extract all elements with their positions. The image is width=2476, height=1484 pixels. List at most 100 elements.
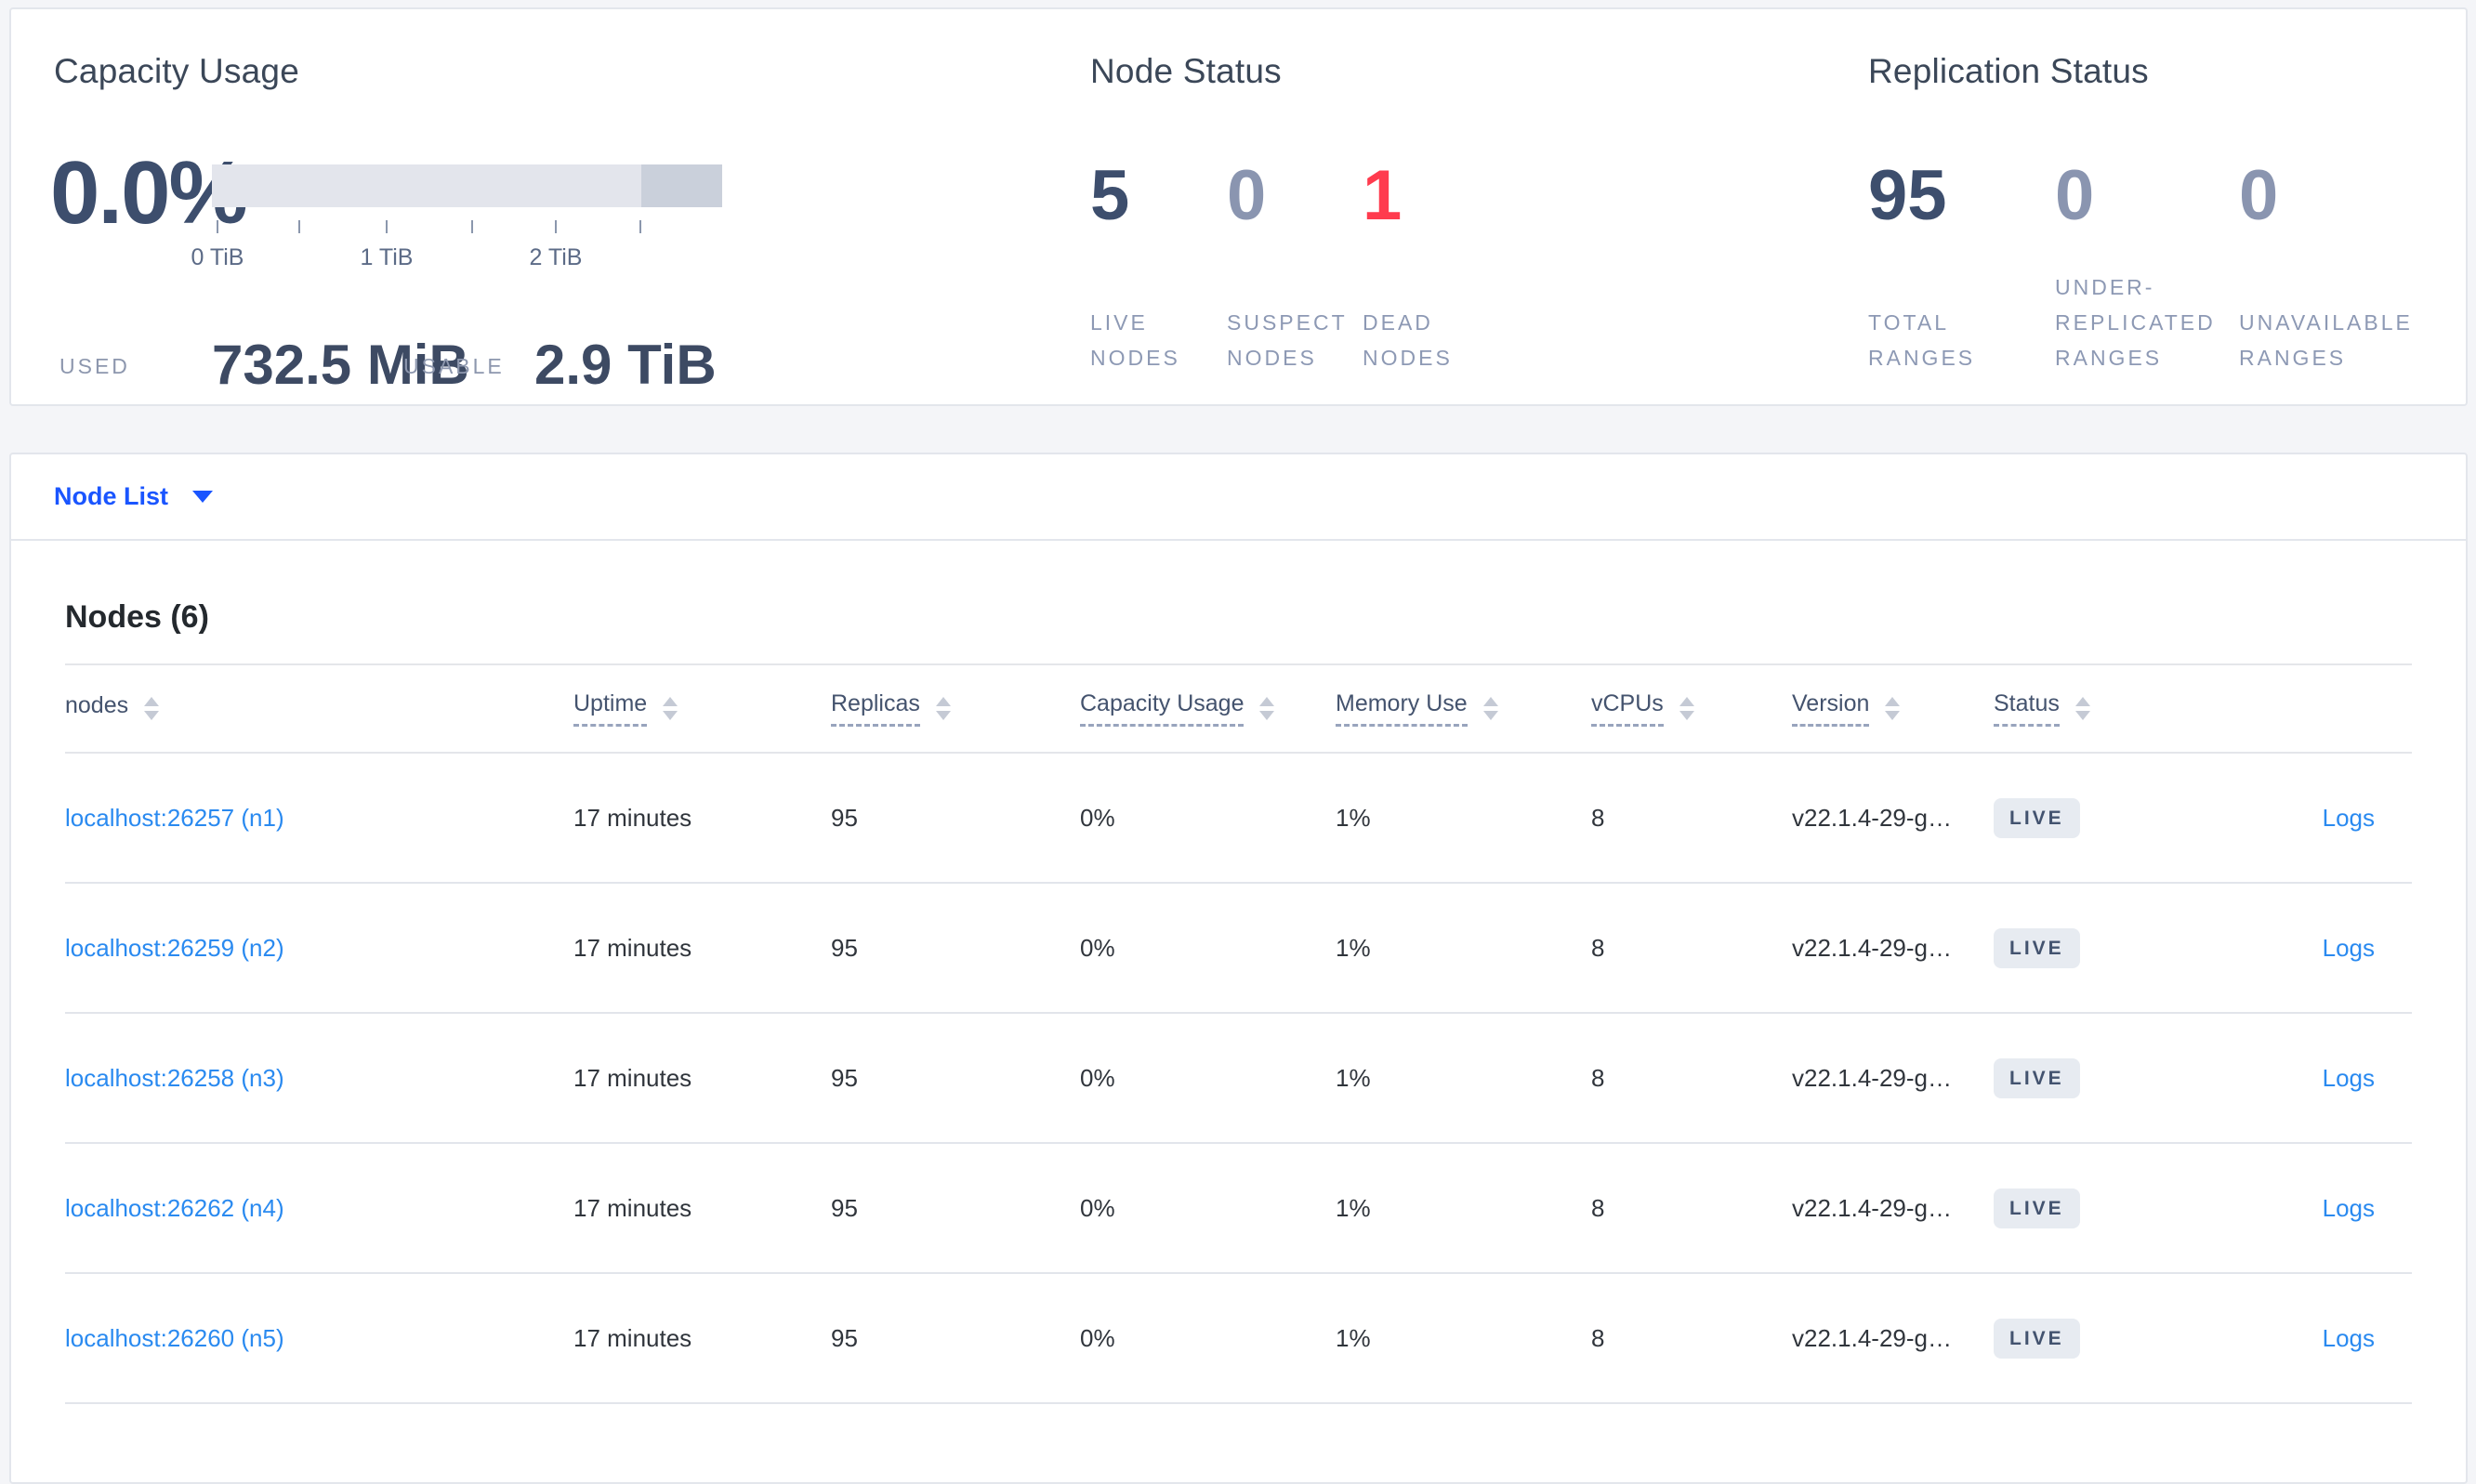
column-header-nodes[interactable]: nodes [65,692,573,726]
total-ranges-stat: 95 TOTAL RANGES [1868,156,1972,384]
cluster-summary-panel: Capacity Usage 0.0% 0 TiB 1 TiB 2 TiB US… [9,7,2468,406]
node-link[interactable]: localhost:26260 (n5) [65,1324,284,1352]
unavailable-ranges-label: UNAVAILABLE RANGES [2239,310,2413,370]
table-row: localhost:26259 (n2) 17 minutes 95 0% 1%… [65,884,2412,1014]
replicas-cell: 95 [831,933,858,962]
table-row: localhost:26260 (n5) 17 minutes 95 0% 1%… [65,1274,2412,1404]
sort-icon[interactable] [2074,697,2090,720]
node-link[interactable]: localhost:26257 (n1) [65,804,284,832]
live-nodes-count: 5 [1090,156,1130,235]
node-list-dropdown[interactable]: Node List [11,454,2466,541]
capacity-usage-bar: 0 TiB 1 TiB 2 TiB [191,164,722,270]
unavailable-ranges-stat: 0 UNAVAILABLE RANGES [2239,156,2410,384]
dead-nodes-stat: 1 DEAD NODES [1363,156,1450,384]
sort-icon[interactable] [1885,697,1901,720]
replication-status-title: Replication Status [1868,52,2149,90]
node-link[interactable]: localhost:26262 (n4) [65,1194,284,1222]
suspect-nodes-label: SUSPECT NODES [1227,310,1348,370]
column-header-capacity-usage[interactable]: Capacity Usage [1080,690,1336,727]
version-cell: v22.1.4-29-g… [1792,1193,1952,1222]
replicas-cell: 95 [831,1323,858,1352]
capacity-usage-cell: 0% [1080,1193,1115,1222]
logs-link[interactable]: Logs [2323,804,2375,832]
status-badge: LIVE [1994,1057,2080,1098]
memory-use-cell: 1% [1336,1063,1371,1092]
under-replicated-ranges-stat: 0 UNDER-REPLICATED RANGES [2055,156,2213,384]
capacity-usage-cell: 0% [1080,1323,1115,1352]
dead-nodes-label: DEAD NODES [1363,310,1453,370]
axis-tick [471,220,473,233]
dead-nodes-count: 1 [1363,156,1403,235]
total-ranges-label: TOTAL RANGES [1868,310,1976,370]
column-header-memory-use[interactable]: Memory Use [1336,690,1591,727]
column-header-replicas[interactable]: Replicas [831,690,1080,727]
memory-use-cell: 1% [1336,1193,1371,1222]
sort-icon[interactable] [935,697,951,720]
vcpus-cell: 8 [1591,933,1605,962]
capacity-bar-dark-segment [641,164,722,207]
vcpus-cell: 8 [1591,1063,1605,1092]
column-header-status[interactable]: Status [1994,690,2268,727]
replicas-cell: 95 [831,803,858,832]
usable-label: USABLE [403,354,505,378]
axis-tick [217,220,218,233]
sort-icon[interactable] [663,697,678,720]
version-cell: v22.1.4-29-g… [1792,803,1952,832]
vcpus-cell: 8 [1591,1323,1605,1352]
vcpus-cell: 8 [1591,803,1605,832]
suspect-nodes-count: 0 [1227,156,1267,235]
logs-link[interactable]: Logs [2323,1064,2375,1092]
under-replicated-ranges-count: 0 [2055,156,2095,235]
sort-icon[interactable] [1482,697,1498,720]
column-header-uptime[interactable]: Uptime [573,690,831,727]
status-badge: LIVE [1994,927,2080,968]
uptime-cell: 17 minutes [573,1323,692,1352]
status-badge: LIVE [1994,1318,2080,1359]
axis-tick [639,220,641,233]
uptime-cell: 17 minutes [573,1193,692,1222]
sort-icon[interactable] [144,697,160,720]
memory-use-cell: 1% [1336,933,1371,962]
axis-tick [555,220,557,233]
table-row: localhost:26262 (n4) 17 minutes 95 0% 1%… [65,1144,2412,1274]
table-header-row: nodes Uptime Replicas Capacity Usage Mem… [65,663,2412,754]
node-link[interactable]: localhost:26258 (n3) [65,1064,284,1092]
live-nodes-stat: 5 LIVE NODES [1090,156,1178,384]
capacity-usage-cell: 0% [1080,1063,1115,1092]
suspect-nodes-stat: 0 SUSPECT NODES [1227,156,1344,384]
nodes-section-title: Nodes (6) [65,599,209,635]
axis-tick-label: 0 TiB [191,244,244,270]
replicas-cell: 95 [831,1063,858,1092]
node-status-title: Node Status [1090,52,1282,90]
memory-use-cell: 1% [1336,803,1371,832]
logs-link[interactable]: Logs [2323,1194,2375,1222]
capacity-usage-cell: 0% [1080,803,1115,832]
axis-tick-label: 1 TiB [360,244,414,270]
used-label: USED [59,354,130,378]
logs-link[interactable]: Logs [2323,1324,2375,1352]
logs-link[interactable]: Logs [2323,934,2375,962]
uptime-cell: 17 minutes [573,1063,692,1092]
memory-use-cell: 1% [1336,1323,1371,1352]
node-list-dropdown-label[interactable]: Node List [54,482,168,511]
unavailable-ranges-count: 0 [2239,156,2279,235]
under-replicated-ranges-label: UNDER-REPLICATED RANGES [2055,275,2216,370]
total-ranges-count: 95 [1868,156,1947,235]
uptime-cell: 17 minutes [573,933,692,962]
sort-icon[interactable] [1259,697,1275,720]
version-cell: v22.1.4-29-g… [1792,933,1952,962]
axis-tick-label: 2 TiB [529,244,583,270]
column-header-vcpus[interactable]: vCPUs [1591,690,1792,727]
table-row: localhost:26258 (n3) 17 minutes 95 0% 1%… [65,1014,2412,1144]
column-header-version[interactable]: Version [1792,690,1994,727]
capacity-usage-title: Capacity Usage [54,52,299,90]
nodes-table: nodes Uptime Replicas Capacity Usage Mem… [65,663,2412,1404]
sort-icon[interactable] [1679,697,1694,720]
vcpus-cell: 8 [1591,1193,1605,1222]
live-nodes-label: LIVE NODES [1090,310,1180,370]
axis-tick [298,220,300,233]
uptime-cell: 17 minutes [573,803,692,832]
node-link[interactable]: localhost:26259 (n2) [65,934,284,962]
usable-value: 2.9 TiB [534,334,717,396]
table-row: localhost:26257 (n1) 17 minutes 95 0% 1%… [65,754,2412,884]
